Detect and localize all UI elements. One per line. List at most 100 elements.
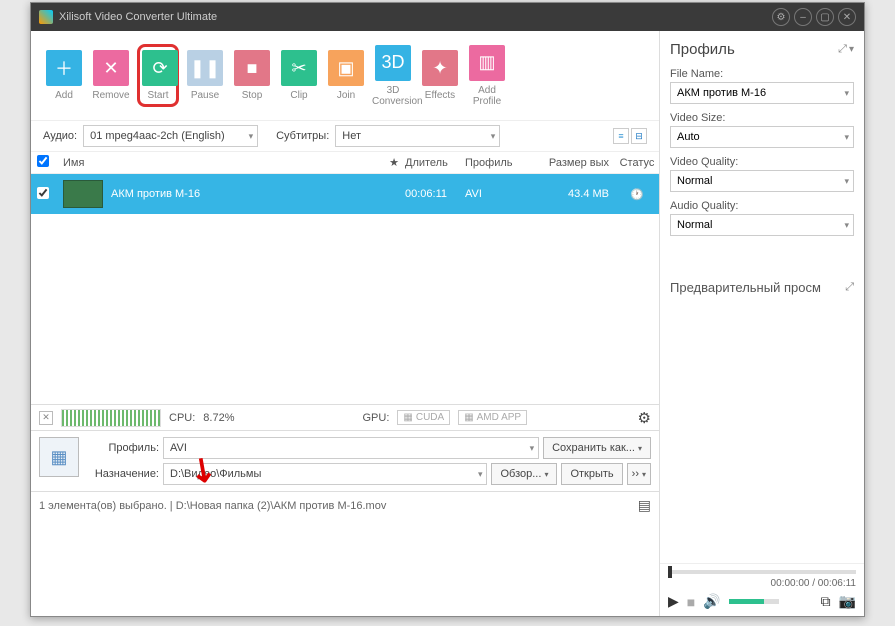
- select-all-checkbox[interactable]: [37, 155, 49, 167]
- add-button[interactable]: ＋Add: [43, 50, 85, 101]
- effects-button[interactable]: ✦Effects: [419, 50, 461, 101]
- destination-select[interactable]: D:\Видео\Фильмы: [163, 463, 487, 485]
- preview-popout-icon[interactable]: ⤢: [845, 281, 854, 294]
- audio-select[interactable]: 01 mpeg4aac-2ch (English): [83, 125, 258, 147]
- start-button[interactable]: ⟳Start: [137, 44, 179, 107]
- file-profile: AVI: [465, 188, 545, 200]
- x-icon: ✕: [93, 50, 129, 86]
- popout-icon[interactable]: ⤢: [838, 43, 847, 56]
- settings-button[interactable]: ⚙: [772, 8, 790, 26]
- videosize-label: Video Size:: [660, 108, 864, 126]
- audioquality-label: Audio Quality:: [660, 196, 864, 214]
- time-display: 00:00:00 / 00:06:11: [668, 578, 856, 589]
- clip-button[interactable]: ✂Clip: [278, 50, 320, 101]
- subtitles-select[interactable]: Нет: [335, 125, 500, 147]
- row-checkbox[interactable]: [37, 187, 49, 199]
- remove-button[interactable]: ✕Remove: [90, 50, 132, 101]
- col-name[interactable]: Имя: [59, 157, 383, 169]
- add-profile-button[interactable]: ▥Add Profile: [466, 45, 508, 107]
- cpu-graph: [61, 409, 161, 427]
- amd-chip[interactable]: ▦ AMD APP: [458, 410, 527, 425]
- videoquality-select[interactable]: Normal: [670, 170, 854, 192]
- destination-label: Назначение:: [87, 468, 159, 480]
- 3d-icon: 3D: [375, 45, 411, 81]
- pause-button[interactable]: ❚❚Pause: [184, 50, 226, 101]
- right-panel: Профиль ⤢ File Name: АКМ против М-16 Vid…: [659, 31, 864, 616]
- list-header: Имя ★ Длитель Профиль Размер вых Статус: [31, 152, 659, 174]
- maximize-button[interactable]: ▢: [816, 8, 834, 26]
- pause-icon: ❚❚: [187, 50, 223, 86]
- col-duration[interactable]: Длитель: [405, 157, 465, 169]
- thumbnail: [63, 180, 103, 208]
- cpu-value: 8.72%: [203, 412, 234, 424]
- play-button[interactable]: ▶: [668, 593, 679, 610]
- cuda-chip[interactable]: ▦ CUDA: [397, 410, 450, 425]
- copy-icon[interactable]: ▤: [638, 497, 651, 514]
- status-text: 1 элемента(ов) выбрано. | D:\Новая папка…: [39, 500, 386, 512]
- main-area: ＋Add ✕Remove ⟳Start ❚❚Pause ■Stop ✂Clip …: [31, 31, 659, 616]
- app-window: Xilisoft Video Converter Ultimate ⚙ – ▢ …: [30, 2, 865, 617]
- performance-bar: ✕ CPU: 8.72% GPU: ▦ CUDA ▦ AMD APP ⚙: [31, 404, 659, 430]
- volume-icon[interactable]: 🔊: [703, 593, 720, 610]
- more-actions-button[interactable]: ››: [627, 463, 651, 485]
- profile-panel-header[interactable]: Профиль ⤢: [660, 31, 864, 64]
- volume-slider[interactable]: [729, 599, 779, 604]
- status-bar: 1 элемента(ов) выбрано. | D:\Новая папка…: [31, 491, 659, 519]
- file-name: АКМ против М-16: [111, 188, 200, 200]
- audioquality-select[interactable]: Normal: [670, 214, 854, 236]
- perf-close-button[interactable]: ✕: [39, 411, 53, 425]
- destination-block: ▦ Профиль: AVI Сохранить как... Назначен…: [31, 430, 659, 491]
- join-button[interactable]: ▣Join: [325, 50, 367, 101]
- app-title: Xilisoft Video Converter Ultimate: [59, 11, 217, 23]
- plus-icon: ＋: [46, 50, 82, 86]
- minimize-button[interactable]: –: [794, 8, 812, 26]
- gear-icon[interactable]: ⚙: [638, 409, 651, 427]
- profile-label: Профиль:: [87, 442, 159, 454]
- toolbar: ＋Add ✕Remove ⟳Start ❚❚Pause ■Stop ✂Clip …: [31, 31, 659, 121]
- videoquality-label: Video Quality:: [660, 152, 864, 170]
- browse-button[interactable]: Обзор...: [491, 463, 557, 485]
- stop-icon: ■: [234, 50, 270, 86]
- preview-area: [660, 301, 864, 563]
- view-toggle[interactable]: ≡⊟: [613, 128, 647, 144]
- col-profile[interactable]: Профиль: [465, 157, 545, 169]
- refresh-icon: ⟳: [142, 50, 178, 86]
- scissors-icon: ✂: [281, 50, 317, 86]
- options-row: Аудио: 01 mpeg4aac-2ch (English) Субтитр…: [31, 121, 659, 152]
- list-view-icon[interactable]: ≡: [613, 128, 629, 144]
- app-icon: [39, 10, 53, 24]
- col-status[interactable]: Статус: [615, 157, 659, 169]
- save-as-button[interactable]: Сохранить как...: [543, 437, 651, 459]
- subtitles-label: Субтитры:: [276, 130, 329, 142]
- add-profile-icon: ▥: [469, 45, 505, 81]
- filename-field[interactable]: АКМ против М-16: [670, 82, 854, 104]
- join-icon: ▣: [328, 50, 364, 86]
- preview-header[interactable]: Предварительный просм ⤢: [660, 270, 864, 301]
- clock-icon: 🕐: [630, 189, 644, 201]
- star-icon: ✦: [422, 50, 458, 86]
- col-star[interactable]: ★: [383, 156, 405, 169]
- file-size: 43.4 MB: [545, 188, 615, 200]
- stop-playback-button[interactable]: ■: [687, 594, 695, 610]
- col-size[interactable]: Размер вых: [545, 157, 615, 169]
- 3d-button[interactable]: 3D3D Conversion: [372, 45, 414, 107]
- close-button[interactable]: ✕: [838, 8, 856, 26]
- snapshot-icon[interactable]: 📷: [839, 593, 856, 610]
- profile-select[interactable]: AVI: [163, 437, 539, 459]
- format-icon[interactable]: ▦: [39, 437, 79, 477]
- filename-label: File Name:: [660, 64, 864, 82]
- detail-view-icon[interactable]: ⊟: [631, 128, 647, 144]
- file-duration: 00:06:11: [405, 188, 465, 200]
- seek-knob[interactable]: [668, 566, 672, 578]
- snapshot-range-icon[interactable]: ⧉: [821, 593, 831, 610]
- gpu-label: GPU:: [362, 412, 389, 424]
- open-button[interactable]: Открыть: [561, 463, 622, 485]
- file-row[interactable]: АКМ против М-16 00:06:11 AVI 43.4 MB 🕐: [31, 174, 659, 214]
- videosize-select[interactable]: Auto: [670, 126, 854, 148]
- seek-slider[interactable]: [668, 570, 856, 574]
- stop-button[interactable]: ■Stop: [231, 50, 273, 101]
- file-list: АКМ против М-16 00:06:11 AVI 43.4 MB 🕐: [31, 174, 659, 404]
- player-controls: 00:00:00 / 00:06:11 ▶ ■ 🔊 ⧉ 📷: [660, 563, 864, 616]
- audio-label: Аудио:: [43, 130, 77, 142]
- cpu-label: CPU:: [169, 412, 195, 424]
